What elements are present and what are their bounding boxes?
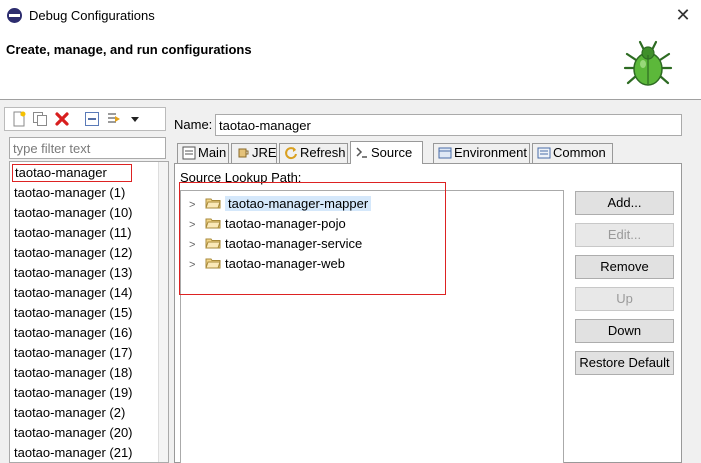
project-folder-icon — [205, 238, 221, 249]
duplicate-icon[interactable] — [32, 111, 48, 127]
chevron-right-icon[interactable]: > — [189, 236, 201, 254]
tab-jre[interactable]: JRE — [231, 143, 277, 163]
collapse-all-icon[interactable] — [84, 111, 100, 127]
list-item[interactable]: taotao-manager (10) — [14, 204, 133, 222]
filter-icon[interactable] — [106, 111, 122, 127]
tab-environment[interactable]: Environment — [433, 143, 530, 163]
tab-common[interactable]: Common — [532, 143, 613, 163]
list-item[interactable]: taotao-manager (11) — [14, 224, 132, 242]
view-menu-chevron-down-icon[interactable] — [130, 111, 140, 127]
refresh-icon — [285, 147, 297, 160]
chevron-right-icon[interactable]: > — [189, 196, 201, 214]
configuration-editor: Name: Main JRE Refresh Source Environmen… — [169, 107, 701, 463]
tree-item-web[interactable]: > taotao-manager-web — [189, 255, 345, 273]
tab-refresh[interactable]: Refresh — [279, 143, 348, 163]
new-configuration-icon[interactable] — [11, 111, 27, 127]
down-button[interactable]: Down — [575, 319, 674, 343]
list-item[interactable]: taotao-manager (14) — [14, 284, 133, 302]
list-item[interactable]: taotao-manager (18) — [14, 364, 133, 382]
restore-default-button[interactable]: Restore Default — [575, 351, 674, 375]
close-icon[interactable]: ✕ — [672, 4, 694, 26]
list-item[interactable]: taotao-manager (20) — [14, 424, 133, 442]
project-folder-icon — [205, 198, 221, 209]
dialog-title: Create, manage, and run configurations — [6, 42, 252, 57]
source-icon — [356, 147, 367, 158]
bug-icon — [623, 40, 673, 86]
source-lookup-tree: > taotao-manager-mapper > taotao-manager-p… — [180, 190, 564, 463]
chevron-right-icon[interactable]: > — [189, 256, 201, 274]
list-item[interactable]: taotao-manager (16) — [14, 324, 133, 342]
chevron-right-icon[interactable]: > — [189, 216, 201, 234]
dialog-header: Create, manage, and run configurations — [0, 32, 701, 100]
filter-input[interactable] — [9, 137, 166, 159]
list-scrollbar[interactable] — [158, 162, 168, 462]
name-field[interactable] — [215, 114, 682, 136]
name-label: Name: — [174, 117, 213, 132]
title-bar: Debug Configurations ✕ — [0, 0, 701, 32]
project-folder-icon — [205, 258, 221, 269]
up-button[interactable]: Up — [575, 287, 674, 311]
list-item[interactable]: taotao-manager (15) — [14, 304, 133, 322]
edit-button[interactable]: Edit... — [575, 223, 674, 247]
window-title: Debug Configurations — [29, 8, 155, 23]
list-item[interactable]: taotao-manager (19) — [14, 384, 133, 402]
environment-icon — [438, 147, 452, 159]
list-item[interactable]: taotao-manager (17) — [14, 344, 133, 362]
list-item[interactable]: taotao-manager — [12, 164, 132, 182]
list-item[interactable]: taotao-manager (1) — [14, 184, 125, 202]
remove-button[interactable]: Remove — [575, 255, 674, 279]
common-icon — [537, 147, 551, 159]
list-item[interactable]: taotao-manager (13) — [14, 264, 133, 282]
configurations-toolbar — [4, 107, 166, 131]
tree-item-mapper[interactable]: > taotao-manager-mapper — [189, 195, 372, 214]
eclipse-icon — [7, 8, 22, 23]
tab-main[interactable]: Main — [177, 143, 229, 163]
project-folder-icon — [205, 218, 221, 229]
configurations-panel: taotao-manager taotao-manager (1) taotao… — [4, 107, 169, 463]
jre-icon — [238, 148, 249, 158]
tree-item-pojo[interactable]: > taotao-manager-pojo — [189, 215, 346, 233]
add-button[interactable]: Add... — [575, 191, 674, 215]
list-item[interactable]: taotao-manager (2) — [14, 404, 125, 422]
main-tab-icon — [182, 146, 196, 160]
list-item[interactable]: taotao-manager (21) — [14, 444, 133, 462]
list-item[interactable]: taotao-manager (12) — [14, 244, 133, 262]
source-lookup-path-label: Source Lookup Path: — [180, 170, 302, 185]
delete-icon[interactable] — [54, 111, 70, 127]
tab-source[interactable]: Source — [350, 141, 423, 164]
configuration-list: taotao-manager taotao-manager (1) taotao… — [9, 161, 169, 463]
tree-item-service[interactable]: > taotao-manager-service — [189, 235, 362, 253]
